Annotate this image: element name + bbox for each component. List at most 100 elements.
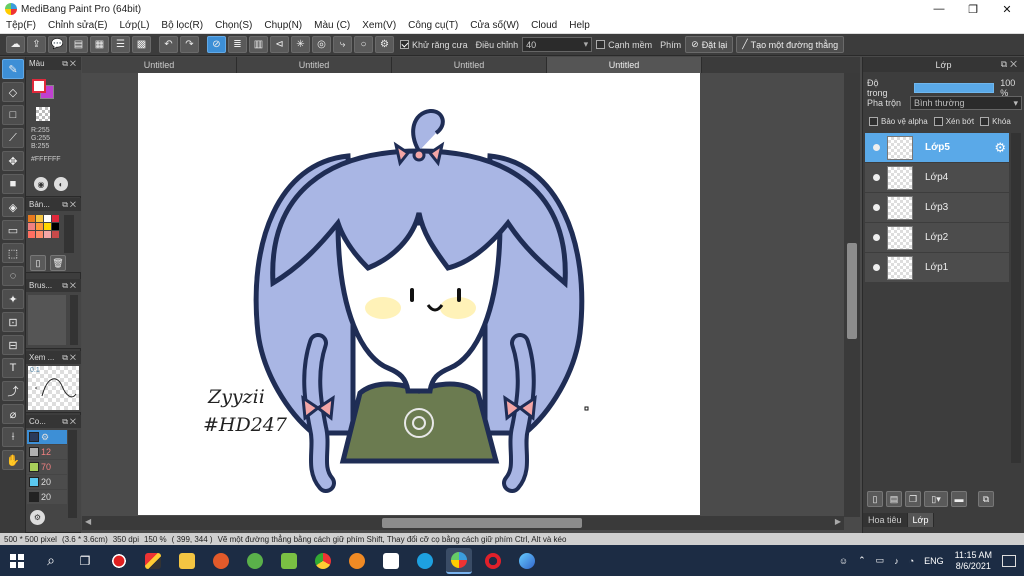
visibility-toggle[interactable]: [865, 144, 887, 151]
chevron-up-icon[interactable]: ⌃: [858, 555, 866, 566]
lock-checkbox[interactable]: Khóa: [980, 117, 1011, 126]
circle-snap-icon[interactable]: ◎: [312, 36, 331, 53]
bucket-tool-icon[interactable]: ◈: [2, 197, 24, 217]
panel-controls-icon[interactable]: ⧉✕: [62, 417, 78, 427]
antialias-checkbox[interactable]: Khử răng cưa: [400, 40, 468, 50]
tab-untitled-3[interactable]: Untitled: [392, 57, 547, 73]
palette-swatch[interactable]: [52, 223, 59, 230]
dropper-tool-icon[interactable]: ⌀: [2, 404, 24, 424]
reset-button[interactable]: ⊘ Đặt lại: [685, 36, 734, 53]
eyedropper-tool-icon[interactable]: ⟊: [2, 427, 24, 447]
palette-swatch[interactable]: [44, 215, 51, 222]
comment-icon[interactable]: 💬: [48, 36, 67, 53]
tab-materials[interactable]: Hoa tiêu: [863, 513, 908, 527]
palette-swatch[interactable]: [52, 231, 59, 238]
clipping-checkbox[interactable]: Xén bớt: [933, 117, 974, 126]
panel-controls-icon[interactable]: ⧉✕: [62, 353, 78, 363]
green-app-icon[interactable]: [276, 548, 302, 574]
network-icon[interactable]: ◔: [909, 556, 914, 566]
clipping-box[interactable]: [933, 117, 943, 126]
palette-swatch[interactable]: [44, 231, 51, 238]
panel-controls-icon[interactable]: ⧉✕: [62, 281, 78, 291]
palette-swatch[interactable]: [36, 231, 43, 238]
colorset-row[interactable]: 20: [27, 490, 67, 504]
new-halftone-layer-icon[interactable]: ▤: [886, 491, 902, 507]
snap-settings-gear-icon[interactable]: ⚙: [375, 36, 394, 53]
chrome-icon[interactable]: [310, 548, 336, 574]
tab-untitled-1[interactable]: Untitled: [82, 57, 237, 73]
colorset-scrollbar[interactable]: [68, 430, 77, 518]
game-app-icon[interactable]: [242, 548, 268, 574]
settings-icon[interactable]: ⚙: [30, 510, 45, 525]
magic-wand-tool-icon[interactable]: ✦: [2, 289, 24, 309]
layer-row-4[interactable]: Lớp4: [865, 163, 1009, 192]
panel-controls-icon[interactable]: ⧉✕: [1001, 59, 1020, 70]
battery-icon[interactable]: ▭: [876, 555, 885, 566]
visibility-toggle[interactable]: [865, 174, 887, 181]
opacity-slider[interactable]: [914, 83, 995, 93]
visibility-toggle[interactable]: [865, 264, 887, 271]
layer-list-scrollbar[interactable]: [1011, 133, 1021, 463]
scroll-left-icon[interactable]: ◀: [85, 517, 91, 526]
brush-app-icon[interactable]: [514, 548, 540, 574]
opera-icon[interactable]: [480, 548, 506, 574]
color-wheel-icon[interactable]: ◉: [34, 177, 48, 191]
palette-swatch[interactable]: [36, 215, 43, 222]
pencil-app-icon[interactable]: [140, 548, 166, 574]
palette-swatch[interactable]: [36, 223, 43, 230]
blend-mode-select[interactable]: Bình thường ▾: [910, 96, 1023, 110]
tab-untitled-2[interactable]: Untitled: [237, 57, 392, 73]
visibility-toggle[interactable]: [865, 234, 887, 241]
volume-icon[interactable]: ♪: [894, 556, 899, 566]
brush-tool-icon[interactable]: ✎: [2, 59, 24, 79]
navigator-preview[interactable]: 0.1: [28, 366, 79, 410]
layer-row-2[interactable]: Lớp2: [865, 223, 1009, 252]
people-icon[interactable]: ☺: [839, 556, 848, 566]
colorset-row[interactable]: 70: [27, 460, 67, 474]
colorset-row[interactable]: ⚙: [27, 430, 67, 444]
menu-window[interactable]: Cửa số(W): [464, 20, 525, 31]
canvas-horizontal-scrollbar[interactable]: ◀ ▶: [82, 516, 844, 530]
color-picker-icon[interactable]: ◐: [54, 177, 68, 191]
vanishing-point-icon[interactable]: ⊲: [270, 36, 289, 53]
maximize-button[interactable]: ❐: [956, 0, 990, 18]
medibang-taskbar-icon[interactable]: [446, 547, 472, 574]
lasso-tool-icon[interactable]: ◌: [2, 266, 24, 286]
horizontal-scroll-thumb[interactable]: [382, 518, 582, 528]
foreground-color-swatch[interactable]: [32, 79, 46, 93]
protect-alpha-checkbox[interactable]: Bảo vệ alpha: [869, 117, 928, 126]
windows-start-icon[interactable]: [4, 548, 30, 574]
scroll-right-icon[interactable]: ▶: [835, 517, 841, 526]
palette-scrollbar[interactable]: [64, 215, 74, 253]
adjust-dropdown[interactable]: 40 ▾: [522, 37, 593, 52]
brush-scrollbar[interactable]: [70, 295, 78, 345]
lock-box[interactable]: [980, 117, 990, 126]
share-icon[interactable]: ⇪: [27, 36, 46, 53]
minimize-button[interactable]: —: [922, 0, 956, 18]
search-icon[interactable]: ⌕: [38, 548, 64, 574]
snap-off-icon[interactable]: ⊘: [207, 36, 226, 53]
hand-tool-icon[interactable]: ✋: [2, 450, 24, 470]
canvas-area[interactable]: Zyyzii #HD247: [82, 73, 860, 517]
new-palette-icon[interactable]: ▯: [30, 255, 46, 271]
add-layer-dropdown-icon[interactable]: ▯▾: [924, 491, 948, 507]
task-view-icon[interactable]: ❐: [72, 548, 98, 574]
drawing-canvas[interactable]: Zyyzii #HD247: [138, 73, 700, 515]
merge-layer-icon[interactable]: ⧉: [978, 491, 994, 507]
duplicate-layer-icon[interactable]: ❐: [905, 491, 921, 507]
gradient-tool-icon[interactable]: ▭: [2, 220, 24, 240]
menu-cloud[interactable]: Cloud: [525, 20, 563, 31]
chat-icon[interactable]: ▤: [69, 36, 88, 53]
close-button[interactable]: ✕: [990, 0, 1024, 18]
trash-icon[interactable]: 🗑: [50, 255, 66, 271]
cloud-icon[interactable]: ☁: [6, 36, 25, 53]
language-indicator[interactable]: ENG: [924, 556, 944, 566]
menu-filter[interactable]: Bộ lọc(R): [155, 20, 209, 31]
paint-app-icon[interactable]: [208, 548, 234, 574]
parallel-snap-icon[interactable]: ≣: [228, 36, 247, 53]
move-tool-icon[interactable]: ✥: [2, 151, 24, 171]
line-tool-icon[interactable]: ⟋: [2, 128, 24, 148]
layer-row-1[interactable]: Lớp1: [865, 253, 1009, 282]
vertical-scroll-thumb[interactable]: [847, 243, 857, 339]
soft-edge-checkbox-box[interactable]: [596, 40, 606, 49]
